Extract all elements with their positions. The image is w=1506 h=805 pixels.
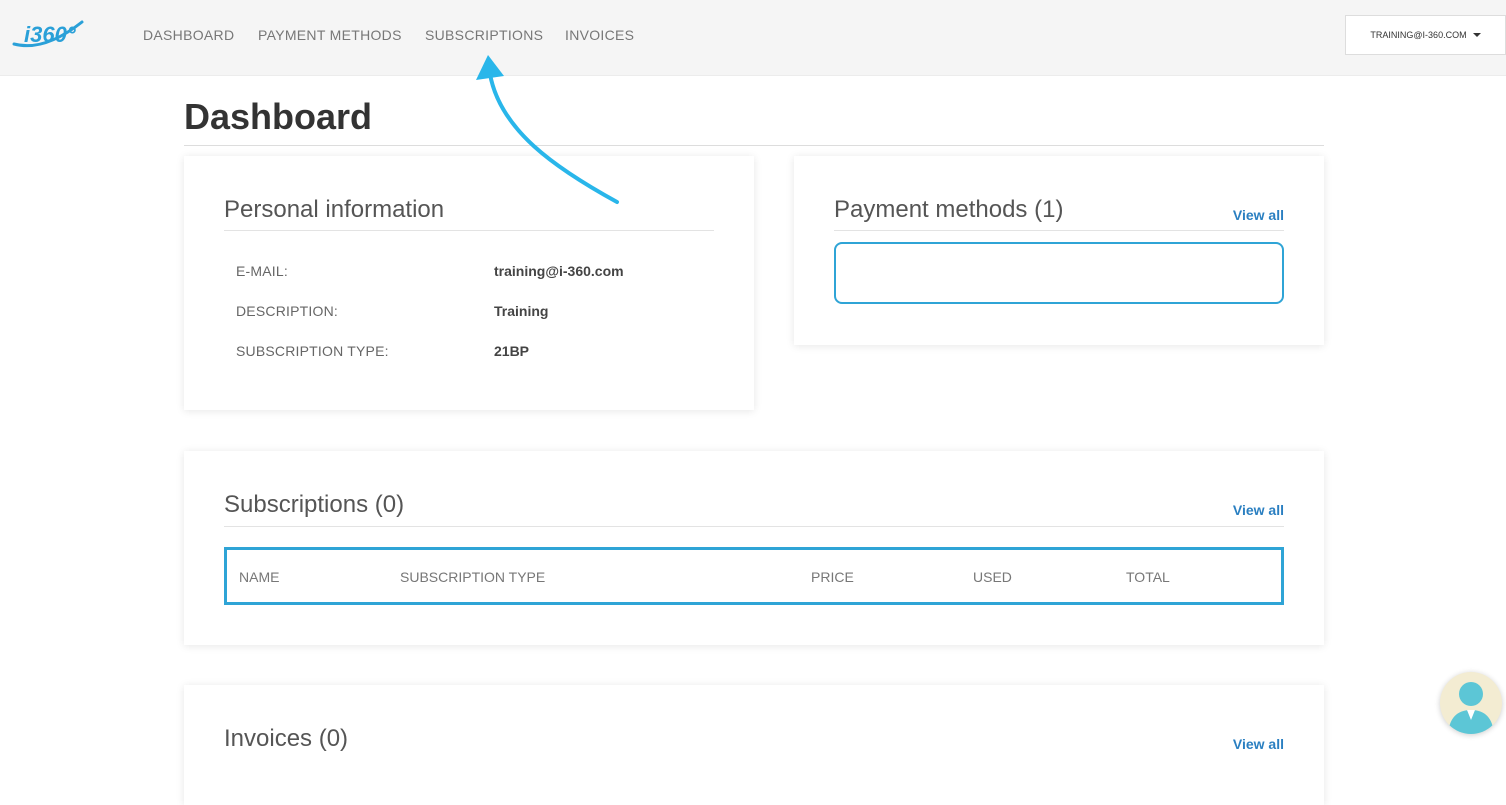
payment-method-item[interactable] (834, 242, 1284, 304)
subscriptions-card: Subscriptions (0) View all NAME SUBSCRIP… (184, 451, 1324, 645)
subscription-type-value: 21BP (494, 343, 530, 359)
subscriptions-table-header: NAME SUBSCRIPTION TYPE PRICE USED TOTAL (224, 547, 1284, 605)
column-header-used[interactable]: USED (973, 569, 1012, 585)
subscriptions-view-all-link[interactable]: View all (1233, 502, 1284, 518)
top-navbar: i360° DASHBOARD PAYMENT METHODS SUBSCRIP… (0, 0, 1506, 76)
personal-info-title: Personal information (224, 196, 445, 223)
payment-methods-title: Payment methods (1) (834, 196, 1064, 223)
subscriptions-title: Subscriptions (0) (224, 491, 405, 518)
nav-payment-methods[interactable]: PAYMENT METHODS (258, 27, 402, 43)
invoices-card: Invoices (0) View all (184, 685, 1324, 805)
nav-invoices[interactable]: INVOICES (565, 27, 634, 43)
invoices-view-all-link[interactable]: View all (1233, 736, 1284, 752)
i360-logo[interactable]: i360° (10, 14, 86, 54)
personal-info-divider (224, 230, 714, 231)
email-value: training@i-360.com (494, 263, 624, 279)
user-menu-label: TRAINING@I-360.COM (1370, 30, 1467, 40)
column-header-price[interactable]: PRICE (811, 569, 854, 585)
support-avatar-icon[interactable] (1440, 672, 1502, 734)
invoices-title: Invoices (0) (224, 725, 349, 752)
caret-down-icon (1472, 33, 1481, 37)
payment-methods-divider (834, 230, 1284, 231)
description-label: DESCRIPTION: (236, 303, 338, 319)
payment-methods-view-all-link[interactable]: View all (1233, 207, 1284, 223)
page-title: Dashboard (184, 96, 373, 137)
column-header-total[interactable]: TOTAL (1126, 569, 1170, 585)
user-menu-button[interactable]: TRAINING@I-360.COM (1345, 15, 1506, 55)
payment-methods-card: Payment methods (1) View all (794, 156, 1324, 345)
column-header-subscription-type[interactable]: SUBSCRIPTION TYPE (400, 569, 545, 585)
personal-info-card: Personal information E-MAIL: training@i-… (184, 156, 754, 410)
subscription-type-label: SUBSCRIPTION TYPE: (236, 343, 389, 359)
title-divider (184, 145, 1324, 146)
email-label: E-MAIL: (236, 263, 288, 279)
subscriptions-divider (224, 526, 1284, 527)
nav-dashboard[interactable]: DASHBOARD (143, 27, 234, 43)
logo-text: i360° (24, 22, 76, 47)
description-value: Training (494, 303, 549, 319)
column-header-name[interactable]: NAME (239, 569, 279, 585)
nav-subscriptions[interactable]: SUBSCRIPTIONS (425, 27, 543, 43)
